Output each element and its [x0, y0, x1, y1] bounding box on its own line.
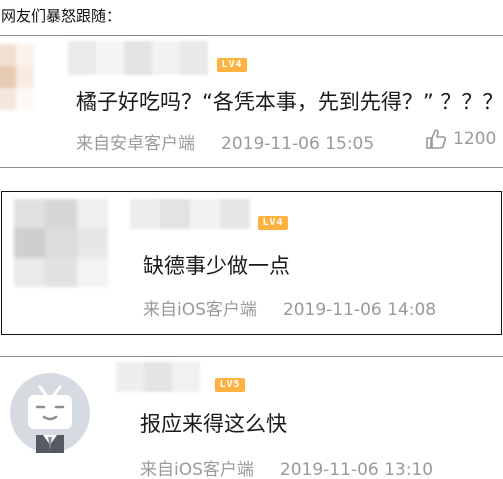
level-badge: LV4: [217, 58, 247, 72]
comment-meta: 来自安卓客户端 2019-11-06 15:05: [76, 129, 374, 154]
comment-card: LV5 报应来得这么快 来自iOS客户端 2019-11-06 13:10: [0, 356, 503, 479]
comment-meta: 来自iOS客户端 2019-11-06 14:08: [143, 295, 436, 320]
level-badge: LV5: [215, 378, 245, 392]
intro-text: 网友们暴怒跟随：: [1, 7, 122, 25]
comment-time: 2019-11-06 14:08: [282, 300, 437, 320]
comment-time: 2019-11-06 15:05: [221, 134, 375, 154]
comment-time: 2019-11-06 13:10: [279, 460, 434, 479]
thumbs-up-icon: [426, 129, 447, 149]
like-count: 1200: [453, 129, 497, 149]
comment-text: 橘子好吃吗？“各凭本事，先到先得？” ？？？: [76, 90, 503, 114]
level-badge: LV4: [258, 216, 288, 230]
comment-source: 来自安卓客户端: [76, 134, 195, 154]
blurred-username[interactable]: [116, 362, 200, 392]
blurred-avatar[interactable]: [14, 199, 108, 287]
tv-mascot-icon[interactable]: [10, 373, 90, 453]
blurred-username[interactable]: [130, 199, 250, 229]
comment-text: 缺德事少做一点: [143, 254, 290, 278]
like-button[interactable]: 1200: [425, 129, 496, 149]
comment-source: 来自iOS客户端: [143, 300, 257, 320]
comment-source: 来自iOS客户端: [140, 460, 254, 479]
comment-card: LV4 橘子好吃吗？“各凭本事，先到先得？” ？？？ 来自安卓客户端 2019-1…: [0, 35, 503, 168]
comment-meta: 来自iOS客户端 2019-11-06 13:10: [140, 455, 433, 479]
comment-card: LV4 缺德事少做一点 来自iOS客户端 2019-11-06 14:08: [1, 191, 502, 335]
blurred-avatar[interactable]: [0, 44, 34, 110]
blurred-username[interactable]: [68, 41, 208, 75]
comment-text: 报应来得这么快: [140, 412, 287, 436]
